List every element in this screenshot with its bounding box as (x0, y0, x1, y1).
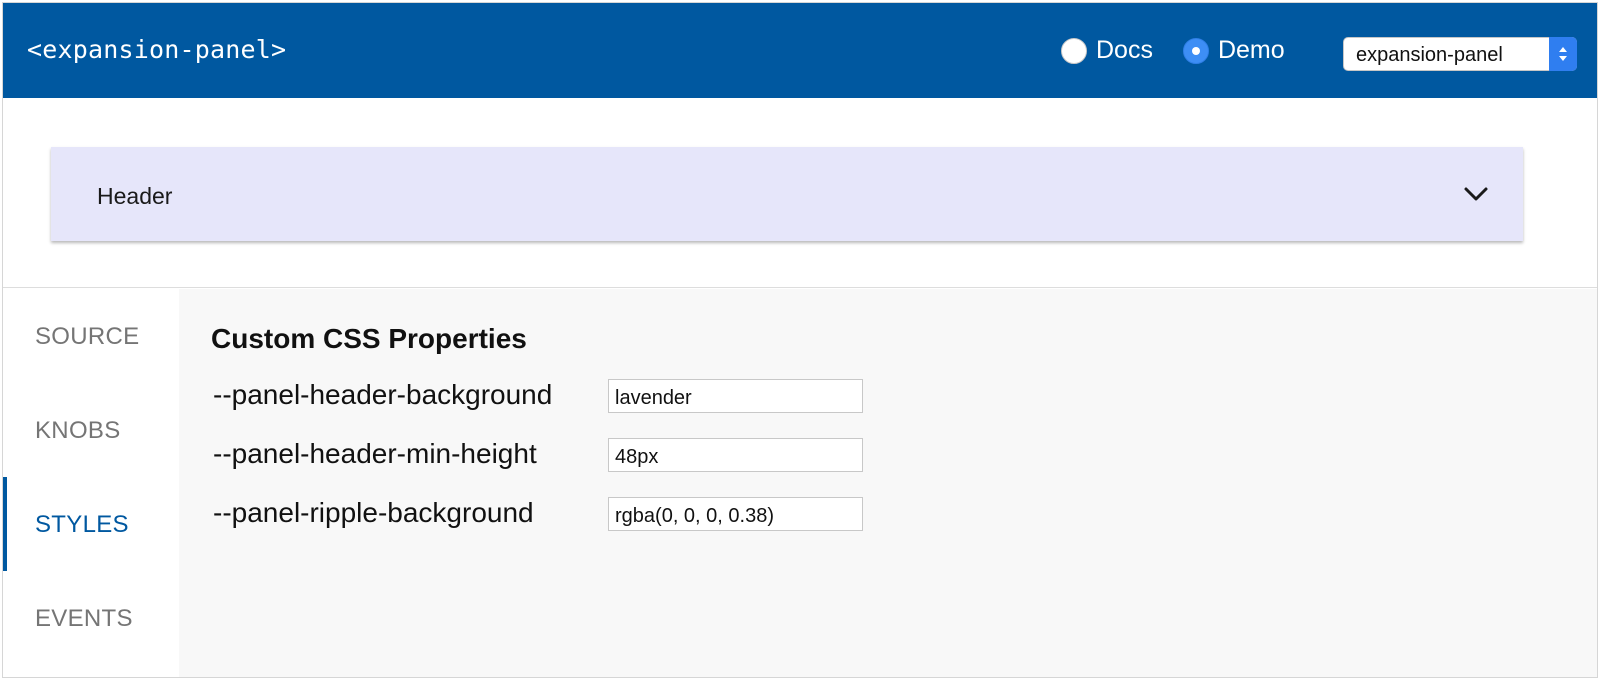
css-property-value-input[interactable] (608, 379, 863, 413)
radio-docs[interactable]: Docs (1061, 36, 1153, 65)
arrow-down-icon (1559, 56, 1567, 61)
css-property-name: --panel-header-background (213, 379, 553, 410)
radio-demo[interactable]: Demo (1182, 36, 1285, 65)
tab-source-label: SOURCE (35, 323, 140, 350)
app-frame: <expansion-panel> Docs Demo expansion-pa… (2, 2, 1598, 678)
inspector: SOURCE KNOBS STYLES EVENTS Custom CSS Pr… (3, 289, 1597, 677)
tab-source[interactable]: SOURCE (3, 289, 179, 383)
arrow-up-icon (1559, 47, 1567, 52)
styles-panel: Custom CSS Properties --panel-header-bac… (179, 289, 1597, 677)
tab-events[interactable]: EVENTS (3, 571, 179, 665)
tab-styles[interactable]: STYLES (3, 477, 179, 571)
css-property-name: --panel-header-min-height (213, 438, 537, 469)
radio-demo-circle[interactable] (1182, 37, 1209, 64)
css-property-row: --panel-header-background (213, 379, 913, 413)
radio-selected-dot (1191, 46, 1200, 55)
radio-docs-circle[interactable] (1061, 37, 1087, 64)
tab-events-label: EVENTS (35, 605, 133, 632)
inspector-tabs: SOURCE KNOBS STYLES EVENTS (3, 289, 179, 677)
section-title: Custom CSS Properties (211, 323, 527, 354)
tab-knobs-label: KNOBS (35, 417, 121, 444)
top-bar: <expansion-panel> Docs Demo expansion-pa… (3, 3, 1597, 98)
css-property-row: --panel-header-min-height (213, 438, 913, 472)
css-property-value-input[interactable] (608, 438, 863, 472)
tab-styles-label: STYLES (35, 511, 129, 538)
radio-docs-label[interactable]: Docs (1096, 36, 1153, 65)
component-select[interactable]: expansion-panel (1343, 37, 1577, 71)
css-property-value-input[interactable] (608, 497, 863, 531)
panel-header-label: Header (97, 183, 173, 209)
app-title: <expansion-panel> (27, 35, 287, 64)
css-property-row: --panel-ripple-background (213, 497, 913, 531)
select-stepper-icon (1549, 37, 1577, 71)
css-property-name: --panel-ripple-background (213, 497, 534, 528)
chevron-down-icon[interactable] (1463, 185, 1489, 203)
view-toggle: Docs Demo (1061, 36, 1315, 65)
tab-knobs[interactable]: KNOBS (3, 383, 179, 477)
expansion-panel-header[interactable]: Header (51, 147, 1523, 241)
demo-area: Header (3, 98, 1597, 288)
component-select-value: expansion-panel (1356, 44, 1503, 66)
radio-demo-label[interactable]: Demo (1218, 36, 1285, 65)
